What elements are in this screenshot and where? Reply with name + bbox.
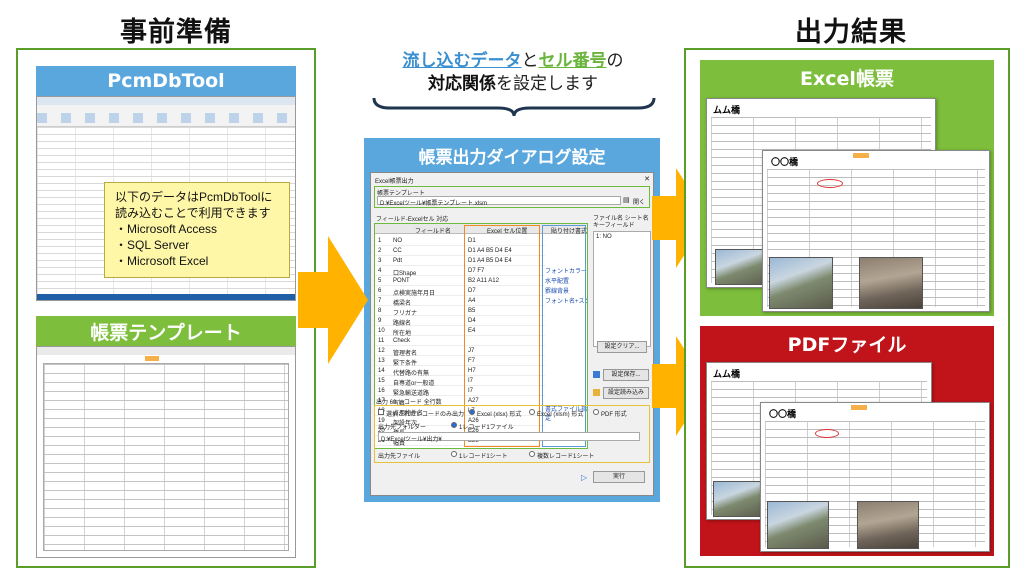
note-item-excel: ・Microsoft Excel <box>115 254 209 268</box>
out-folder-input[interactable]: D:¥Excelツール¥出力¥ <box>378 432 640 443</box>
deck-photo <box>859 257 923 309</box>
excel-report-front: 〇〇橋 <box>762 150 990 312</box>
sheet-highlight <box>145 356 159 361</box>
selected-only-label: 選択されたレコードのみ出力 <box>386 412 465 418</box>
pcmdbtool-title: PcmDbTool <box>107 70 225 92</box>
radio-multi-record-sheet[interactable] <box>529 451 535 457</box>
folder-open-icon <box>593 389 600 396</box>
clear-settings-button[interactable]: 設定クリア... <box>597 341 647 353</box>
caption-relation: 対応関係 <box>428 74 496 94</box>
template-path-input[interactable]: D:¥Excelツール¥帳票テンプレート.xlsm <box>377 196 621 207</box>
template-sheet <box>36 346 296 558</box>
open-button[interactable]: 開く <box>633 197 645 206</box>
caption-cell: セル番号 <box>538 51 607 71</box>
out-folder-label: 出力先フォルダー <box>378 425 427 431</box>
arrow-to-dialog-icon <box>298 236 368 364</box>
heading-prep: 事前準備 <box>120 17 232 48</box>
out-file-label: 出力先ファイル <box>378 454 421 460</box>
deck-photo <box>857 501 919 549</box>
excel-output-title: Excel帳票 <box>800 67 894 90</box>
note-item-sqlserver: ・SQL Server <box>115 238 190 252</box>
mapping-label: フィールド-Excelセル 対応 <box>376 217 449 223</box>
out-folder-value: D:¥Excelツール¥出力¥ <box>381 437 442 443</box>
template-grid <box>43 363 289 551</box>
one-record-sheet-label: 1レコード1シート <box>459 454 508 460</box>
folder-icon[interactable]: ▤ <box>623 196 631 204</box>
run-button[interactable]: 実行 <box>593 471 645 483</box>
center-caption: 流し込むデータとセル番号の 対応関係を設定します <box>372 50 654 96</box>
highlight-circle-icon <box>815 429 839 438</box>
pdf-bridge-name-2: 〇〇橋 <box>769 410 797 420</box>
taskbar <box>37 294 295 300</box>
radio-one-record-file[interactable] <box>451 422 457 428</box>
excel-banner: Excel帳票 <box>700 60 994 94</box>
template-banner: 帳票テンプレート <box>36 316 296 346</box>
key-field-list[interactable]: 1: NO <box>593 231 651 347</box>
caption-to: と <box>521 51 539 71</box>
caption-no: の <box>606 51 624 71</box>
brace-icon <box>372 97 656 117</box>
save-settings-button[interactable]: 設定保存... <box>603 369 649 381</box>
caption-set: を設定します <box>496 74 598 94</box>
caption-line-2: 対応関係を設定します <box>372 73 654 96</box>
radio-pdf[interactable] <box>593 409 599 415</box>
pdf-report-front: 〇〇橋 <box>760 402 990 552</box>
pdf-output-title: PDFファイル <box>787 333 907 356</box>
radio-xlsx-label: Excel (xlsx) 形式 <box>477 412 522 418</box>
heading-output: 出力結果 <box>795 17 907 48</box>
bridge-photo <box>769 257 833 309</box>
radio-xlsm-label: Excel (xlsm) 形式 <box>537 412 584 418</box>
note-line-2: 読み込むことで利用できます <box>115 206 271 220</box>
multi-record-sheet-label: 複数レコード1シート <box>537 454 595 460</box>
radio-one-record-sheet[interactable] <box>451 451 457 457</box>
bridge-photo <box>767 501 829 549</box>
close-icon[interactable]: ✕ <box>644 175 650 183</box>
caption-data: 流し込むデータ <box>402 51 522 71</box>
excel-bridge-name-1: ムム橋 <box>713 106 741 116</box>
highlight-circle-icon <box>817 179 843 188</box>
dialog-banner: 帳票出力ダイアログ設定 <box>364 138 660 172</box>
key-field-value: 1: NO <box>596 234 612 240</box>
dialog-window-title: Excel帳票出力 <box>375 179 414 185</box>
radio-pdf-label: PDF 形式 <box>601 412 627 418</box>
note-line-1: 以下のデータはPcmDbToolに <box>115 190 273 204</box>
cell-highlight <box>851 405 867 410</box>
diagram-root: 事前準備 出力結果 PcmDbTool 以下のデータはPcmDbToolに 読み… <box>0 0 1024 576</box>
excel-bridge-name-2: 〇〇橋 <box>771 158 799 168</box>
run-icon: ▷ <box>581 473 588 482</box>
template-path-value: D:¥Excelツール¥帳票テンプレート.xlsm <box>380 201 488 207</box>
pdf-bridge-name-1: ムム橋 <box>713 370 741 380</box>
sheet-header <box>37 347 295 355</box>
selected-only-checkbox[interactable] <box>378 409 384 415</box>
data-source-note: 以下のデータはPcmDbToolに 読み込むことで利用できます ・Microso… <box>104 182 290 278</box>
excel-output-dialog: Excel帳票出力 ✕ 帳票テンプレート D:¥Excelツール¥帳票テンプレー… <box>370 172 654 496</box>
ribbon <box>37 105 295 127</box>
note-item-access: ・Microsoft Access <box>115 222 218 236</box>
dialog-panel-title: 帳票出力ダイアログ設定 <box>418 147 606 168</box>
radio-xlsm[interactable] <box>529 409 535 415</box>
cell-highlight <box>853 153 869 158</box>
template-title: 帳票テンプレート <box>90 321 242 344</box>
pdf-banner: PDFファイル <box>700 326 994 360</box>
right-col-header: ファイル名 シート名 キーフィールド <box>593 216 649 229</box>
pcmdbtool-banner: PcmDbTool <box>36 66 296 96</box>
one-record-file-label: 1レコード1ファイル <box>459 425 514 431</box>
window-titlebar <box>37 97 295 105</box>
load-settings-button[interactable]: 設定読み込み <box>603 387 649 399</box>
radio-xlsx[interactable] <box>469 409 475 415</box>
save-icon <box>593 371 600 378</box>
caption-line-1: 流し込むデータとセル番号の <box>372 50 654 73</box>
